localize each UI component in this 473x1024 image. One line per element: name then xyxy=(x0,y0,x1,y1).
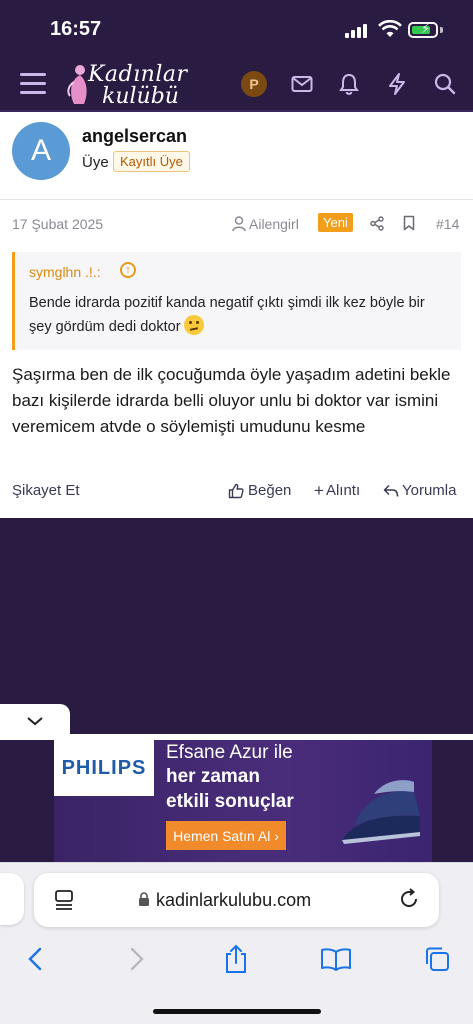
post-body: Şaşırma ben de ilk çocuğumda öyle yaşadı… xyxy=(12,365,451,436)
quote-button[interactable]: + Alıntı xyxy=(314,482,360,499)
like-button[interactable]: Beğen xyxy=(228,482,291,499)
username[interactable]: angelsercan xyxy=(82,126,187,147)
ad-headline-1: Efsane Azur ile xyxy=(166,742,293,763)
forum-post: A angelsercan Üye Kayıtlı Üye 17 Şubat 2… xyxy=(0,112,473,518)
advertisement[interactable]: PHILIPS Efsane Azur ile her zaman etkili… xyxy=(0,740,473,864)
bolt-icon[interactable] xyxy=(384,71,410,97)
quote-block: symglhn .!.: ↑ Bende idrarda pozitif kan… xyxy=(12,252,461,350)
menu-icon[interactable] xyxy=(20,73,46,95)
site-logo[interactable]: Kadınlar kulübü xyxy=(66,60,196,110)
report-button[interactable]: Şikayet Et xyxy=(12,482,80,499)
ad-brand-logo: PHILIPS xyxy=(54,740,154,796)
ad-collapse-button[interactable] xyxy=(0,704,70,738)
logo-line2: kulübü xyxy=(102,84,179,109)
bookmarks-button[interactable] xyxy=(318,941,354,977)
bookmark-icon[interactable] xyxy=(403,215,415,231)
user-role: Üye xyxy=(82,154,109,171)
lock-icon xyxy=(139,892,149,906)
ad-banner[interactable]: PHILIPS Efsane Azur ile her zaman etkili… xyxy=(54,740,432,862)
tabs-button[interactable] xyxy=(419,941,455,977)
status-time: 16:57 xyxy=(50,18,102,40)
plus-icon: + xyxy=(314,481,324,500)
url-text[interactable]: kadinlarkulubu.com xyxy=(156,890,311,911)
share-sheet-icon xyxy=(226,944,246,973)
arrow-up-circle-icon[interactable]: ↑ xyxy=(120,262,136,278)
steam-iron-image xyxy=(342,780,420,844)
post-actions: Şikayet Et Beğen + Alıntı Yorumla xyxy=(0,480,473,502)
chevron-left-icon xyxy=(28,947,42,971)
status-bar: 16:57 ⚡ xyxy=(0,0,473,56)
site-header: Kadınlar kulübü P xyxy=(0,56,473,112)
user-avatar[interactable]: A xyxy=(12,122,70,180)
bell-icon[interactable] xyxy=(336,71,362,97)
thumbs-up-icon xyxy=(228,483,244,498)
battery-icon: ⚡ xyxy=(408,21,438,38)
forward-button[interactable] xyxy=(119,941,155,977)
reload-icon[interactable] xyxy=(398,888,420,910)
browser-toolbar: kadinlarkulubu.com xyxy=(0,862,473,1024)
reply-label: Yorumla xyxy=(402,482,457,499)
address-bar[interactable]: kadinlarkulubu.com xyxy=(34,873,439,927)
reply-button[interactable]: Yorumla xyxy=(383,482,456,499)
share-icon[interactable] xyxy=(370,216,384,231)
previous-tab-preview[interactable] xyxy=(0,873,24,925)
chevron-right-icon xyxy=(130,947,144,971)
user-badge: Kayıtlı Üye xyxy=(113,151,190,172)
chevron-down-icon xyxy=(27,717,43,726)
quote-text-wrap: Bende idrarda pozitif kanda negatif çıkt… xyxy=(29,292,449,339)
post-user-bar: A angelsercan Üye Kayıtlı Üye xyxy=(0,112,473,200)
reply-to-user[interactable]: Ailengirl xyxy=(249,216,299,232)
quote-label: Alıntı xyxy=(325,482,361,499)
share-button[interactable] xyxy=(218,941,254,977)
account-avatar[interactable]: P xyxy=(241,71,267,97)
quote-text: Bende idrarda pozitif kanda negatif çıkt… xyxy=(29,295,425,335)
post-number[interactable]: #14 xyxy=(436,216,459,232)
ad-headline-2: her zaman xyxy=(166,766,260,787)
back-button[interactable] xyxy=(17,941,53,977)
search-icon[interactable] xyxy=(432,71,458,97)
inbox-icon[interactable] xyxy=(289,71,315,97)
cellular-signal-icon xyxy=(345,24,371,38)
post-date[interactable]: 17 Şubat 2025 xyxy=(12,216,103,232)
tabs-icon xyxy=(426,947,449,971)
new-badge: Yeni xyxy=(318,213,353,232)
ad-headline-3: etkili sonuçlar xyxy=(166,791,294,812)
home-indicator xyxy=(153,1009,321,1014)
browser-nav-row xyxy=(0,941,473,977)
ad-cta-button[interactable]: Hemen Satın Al › xyxy=(166,821,286,850)
open-book-icon xyxy=(321,948,351,971)
post-meta: 17 Şubat 2025 Ailengirl Yeni #14 xyxy=(0,212,473,238)
reply-arrow-icon xyxy=(383,484,399,497)
user-icon xyxy=(232,216,246,232)
wifi-icon xyxy=(378,20,402,37)
page-menu-icon[interactable] xyxy=(54,889,74,911)
thinking-face-emoji-icon xyxy=(183,315,204,335)
like-label: Beğen xyxy=(248,482,292,499)
quote-author[interactable]: symglhn .!.: xyxy=(29,264,101,280)
